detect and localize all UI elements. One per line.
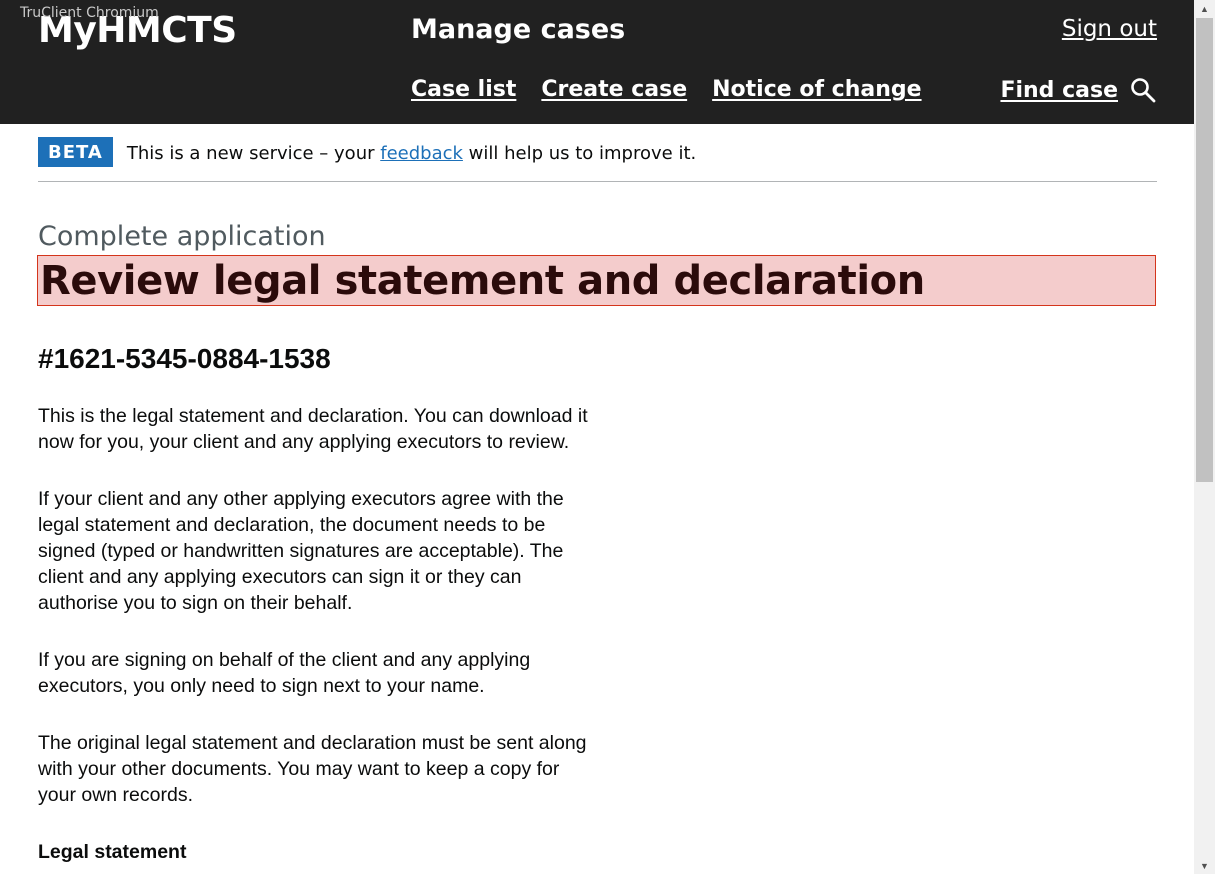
nav-case-list[interactable]: Case list — [411, 77, 516, 102]
site-header: MyHMCTS Manage cases Sign out Case list … — [0, 0, 1194, 124]
page-title-highlight: Review legal statement and declaration — [37, 255, 1156, 306]
sign-out-link[interactable]: Sign out — [1062, 16, 1157, 42]
browser-watermark: TruClient Chromium — [20, 5, 159, 21]
primary-nav: Case list Create case Notice of change — [411, 77, 922, 102]
find-case: Find case — [1000, 77, 1156, 103]
page: TruClient Chromium MyHMCTS Manage cases … — [0, 0, 1194, 874]
phase-banner-text: This is a new service – your feedback wi… — [127, 143, 696, 164]
arrow-down-icon[interactable]: ▼ — [1194, 857, 1215, 874]
phase-text-before: This is a new service – your — [126, 143, 381, 164]
beta-tag: BETA — [38, 137, 113, 167]
search-icon[interactable] — [1130, 77, 1156, 103]
paragraph-on-behalf: If you are signing on behalf of the clie… — [38, 649, 531, 697]
paragraph-signing: If your client and any other applying ex… — [38, 488, 564, 614]
nav-notice-of-change[interactable]: Notice of change — [712, 77, 921, 102]
service-name[interactable]: Manage cases — [411, 14, 625, 45]
vertical-scrollbar[interactable]: ▲ ▼ — [1194, 0, 1215, 874]
phase-text-after: will help us to improve it. — [462, 143, 697, 164]
body-content: This is the legal statement and declarat… — [38, 403, 598, 874]
feedback-link[interactable]: feedback — [380, 143, 463, 164]
paragraph-original: The original legal statement and declara… — [38, 732, 587, 806]
find-case-link[interactable]: Find case — [1000, 78, 1118, 103]
scrollbar-thumb[interactable] — [1196, 18, 1213, 482]
paragraph-intro: This is the legal statement and declarat… — [38, 405, 588, 453]
arrow-up-icon[interactable]: ▲ — [1194, 0, 1215, 17]
page-caption: Complete application — [38, 221, 326, 252]
case-number: #1621-5345-0884-1538 — [38, 343, 331, 374]
nav-create-case[interactable]: Create case — [541, 77, 687, 102]
page-title: Review legal statement and declaration — [40, 258, 925, 304]
phase-banner: BETA This is a new service – your feedba… — [38, 137, 1157, 182]
legal-statement-heading: Legal statement — [38, 841, 187, 863]
